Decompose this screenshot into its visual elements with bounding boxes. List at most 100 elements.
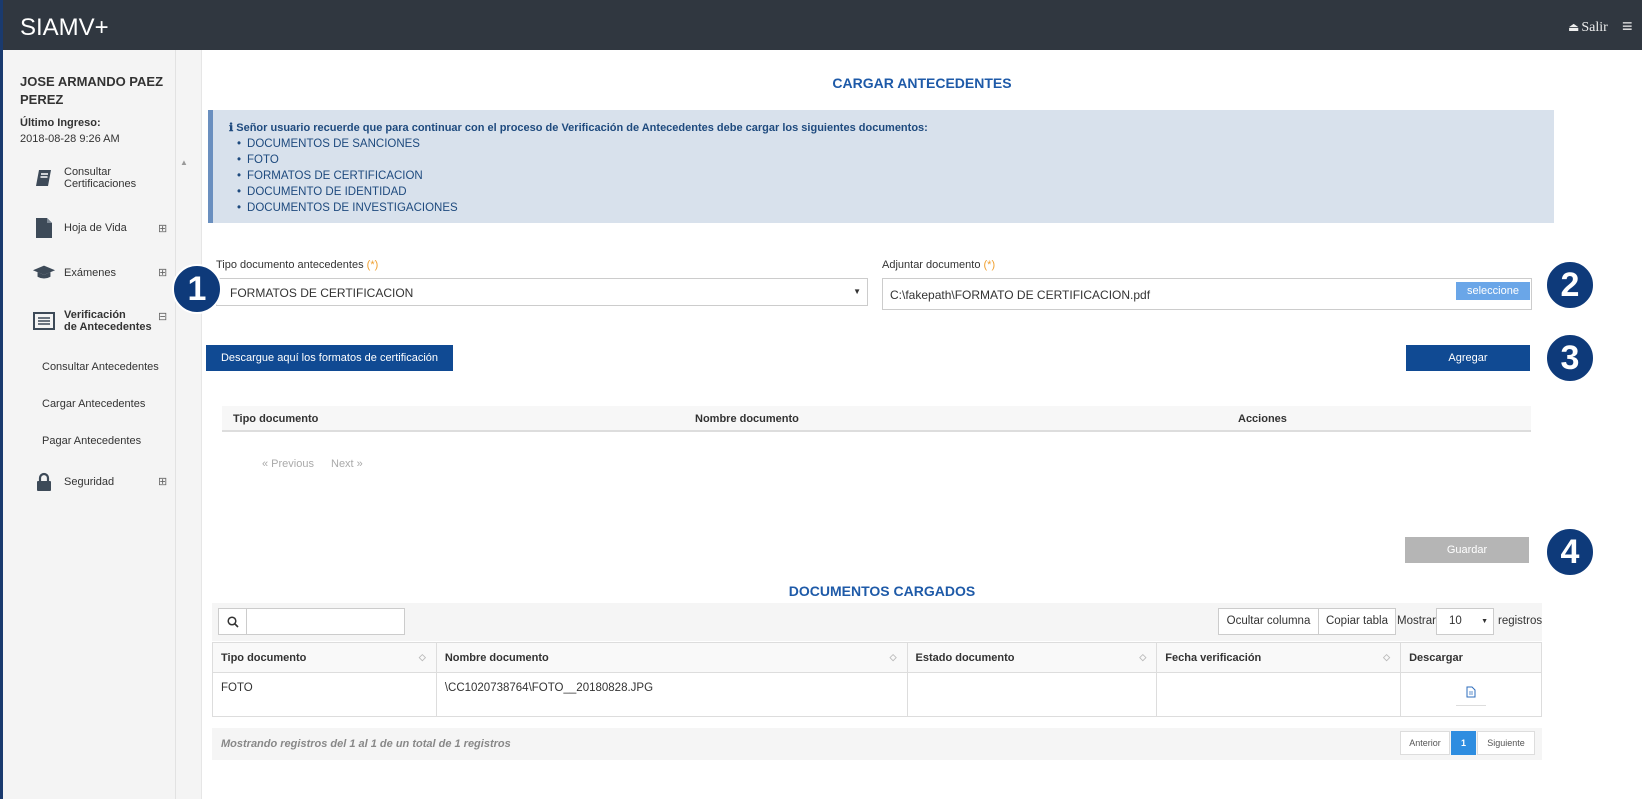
list-item: FORMATOS DE CERTIFICACION xyxy=(237,168,458,184)
file-icon xyxy=(32,217,56,239)
expand-icon[interactable]: ⊞ xyxy=(158,475,167,488)
sort-icon[interactable]: ◇ xyxy=(1383,652,1390,663)
list-item: FOTO xyxy=(237,152,458,168)
sidebar-item-hoja-de-vida[interactable]: Hoja de Vida xyxy=(32,217,127,239)
select-file-button[interactable]: seleccione xyxy=(1456,282,1530,300)
sidebar xyxy=(3,50,176,799)
tipo-documento-select[interactable]: FORMATOS DE CERTIFICACION ▼ xyxy=(216,278,868,306)
column-header-descargar: Descargar xyxy=(1400,642,1542,673)
sidebar-item-verificacion-antecedentes[interactable]: Verificación de Antecedentes xyxy=(32,309,152,333)
download-document-icon[interactable] xyxy=(1456,686,1487,706)
page-title: CARGAR ANTECEDENTES xyxy=(832,75,1012,91)
pagination-previous[interactable]: Anterior xyxy=(1400,731,1450,755)
column-header-estado[interactable]: Estado documento ◇ xyxy=(906,642,1158,673)
sidebar-subitem-pagar-antecedentes[interactable]: Pagar Antecedentes xyxy=(42,435,141,447)
previous-link[interactable]: « Previous xyxy=(262,458,314,470)
hide-column-button[interactable]: Ocultar columna xyxy=(1218,608,1319,635)
sidebar-item-label: de Antecedentes xyxy=(64,321,152,333)
sidebar-item-label: Certificaciones xyxy=(64,178,137,190)
table-row: FOTO \CC1020738764\FOTO__20180828.JPG xyxy=(212,672,1542,717)
uploaded-documents-table: Tipo documento ◇ Nombre documento ◇ Estado… xyxy=(212,642,1542,717)
pending-documents-table-header: Tipo documento Nombre documento Acciones xyxy=(222,406,1531,432)
sign-out-icon: ⏏ xyxy=(1568,20,1580,34)
search-icon xyxy=(219,609,247,634)
sidebar-item-seguridad[interactable]: Seguridad xyxy=(32,471,114,493)
add-button[interactable]: Agregar xyxy=(1406,345,1530,371)
sidebar-subitem-cargar-antecedentes[interactable]: Cargar Antecedentes xyxy=(42,398,145,410)
column-header-text: Nombre documento xyxy=(444,651,549,664)
column-header-nombre[interactable]: Nombre documento ◇ xyxy=(435,642,908,673)
expand-icon[interactable]: ⊞ xyxy=(158,222,167,235)
book-icon xyxy=(32,167,56,189)
sort-icon[interactable]: ◇ xyxy=(890,652,897,663)
logout-link[interactable]: ⏏ Salir xyxy=(1568,20,1608,36)
sidebar-item-label: Hoja de Vida xyxy=(64,222,127,234)
uploaded-documents-title: DOCUMENTOS CARGADOS xyxy=(788,583,976,599)
cell-descargar xyxy=(1400,672,1542,717)
required-documents-list: DOCUMENTOS DE SANCIONES FOTO FORMATOS DE… xyxy=(237,136,458,216)
copy-table-button[interactable]: Copiar tabla xyxy=(1318,608,1396,635)
save-button[interactable]: Guardar xyxy=(1405,537,1529,563)
tipo-documento-label-text: Tipo documento antecedentes xyxy=(216,259,364,271)
required-marker: (*) xyxy=(366,259,379,271)
top-navbar: SIAMV+ ⏏ Salir ≡ xyxy=(0,0,1642,50)
cell-nombre: \CC1020738764\FOTO__20180828.JPG xyxy=(435,672,908,717)
column-header-text: Estado documento xyxy=(915,651,1015,664)
last-login-label: Último Ingreso: xyxy=(20,117,101,129)
column-header: Tipo documento xyxy=(233,413,319,425)
sort-icon[interactable]: ◇ xyxy=(1139,652,1146,663)
next-link[interactable]: Next » xyxy=(331,458,363,470)
cell-tipo: FOTO xyxy=(212,672,437,717)
caret-down-icon: ▼ xyxy=(853,287,861,296)
sidebar-subitem-consultar-antecedentes[interactable]: Consultar Antecedentes xyxy=(42,361,159,373)
user-name: JOSE ARMANDO PAEZ PEREZ xyxy=(20,74,164,107)
records-info: Mostrando registros del 1 al 1 de un tot… xyxy=(221,738,511,750)
page-length-select[interactable]: 10 ▼ xyxy=(1436,608,1494,635)
info-heading-text: Señor usuario recuerde que para continua… xyxy=(236,122,928,134)
lock-icon xyxy=(32,471,56,493)
step-badge-3: 3 xyxy=(1545,333,1595,383)
pagination-page-1[interactable]: 1 xyxy=(1451,731,1476,755)
sidebar-item-label: Exámenes xyxy=(64,267,116,279)
expand-icon[interactable]: ⊞ xyxy=(158,266,167,279)
sidebar-scrollbar[interactable]: ▲ xyxy=(176,50,202,799)
column-header-tipo[interactable]: Tipo documento ◇ xyxy=(212,642,437,673)
cell-estado xyxy=(906,672,1158,717)
search-input[interactable] xyxy=(218,608,405,635)
column-header-fecha[interactable]: Fecha verificación ◇ xyxy=(1156,642,1402,673)
last-login-value: 2018-08-28 9:26 AM xyxy=(20,133,120,145)
adjuntar-documento-label-text: Adjuntar documento xyxy=(882,259,981,271)
sidebar-item-label: Verificación xyxy=(64,309,126,321)
file-path-input[interactable]: C:\fakepath\FORMATO DE CERTIFICACION.pdf xyxy=(882,278,1532,310)
column-header-text: Fecha verificación xyxy=(1165,651,1262,664)
records-label: registros xyxy=(1498,615,1543,627)
scroll-up-arrow-icon[interactable]: ▲ xyxy=(180,158,188,167)
column-header-text: Tipo documento xyxy=(221,651,307,664)
download-formats-button[interactable]: Descargue aquí los formatos de certifica… xyxy=(206,345,453,371)
list-item: DOCUMENTOS DE INVESTIGACIONES xyxy=(237,200,458,216)
required-marker: (*) xyxy=(983,259,996,271)
sidebar-item-consultar-certificaciones[interactable]: Consultar Certificaciones xyxy=(32,166,136,190)
step-badge-1: 1 xyxy=(172,264,222,314)
sort-icon[interactable]: ◇ xyxy=(419,652,426,663)
show-label: Mostrar xyxy=(1397,615,1436,627)
caret-down-icon: ▼ xyxy=(1481,618,1488,625)
sidebar-item-label: Consultar xyxy=(64,166,112,178)
hamburger-menu-icon[interactable]: ≡ xyxy=(1622,16,1633,37)
info-heading: ℹ Señor usuario recuerde que para contin… xyxy=(229,121,928,134)
info-alert: ℹ Señor usuario recuerde que para contin… xyxy=(208,110,1554,223)
cell-fecha xyxy=(1156,672,1402,717)
collapse-icon[interactable]: ⊟ xyxy=(158,310,167,323)
pagination-next[interactable]: Siguiente xyxy=(1477,731,1535,755)
app-brand[interactable]: SIAMV+ xyxy=(20,14,109,42)
sidebar-item-examenes[interactable]: Exámenes xyxy=(32,262,116,284)
step-badge-4: 4 xyxy=(1545,527,1595,577)
graduation-cap-icon xyxy=(32,262,56,284)
adjuntar-documento-label: Adjuntar documento (*) xyxy=(882,259,995,271)
window-edge xyxy=(0,0,3,799)
sidebar-item-label: Seguridad xyxy=(64,476,115,488)
column-header: Nombre documento xyxy=(695,413,799,425)
list-item: DOCUMENTO DE IDENTIDAD xyxy=(237,184,458,200)
tipo-documento-value: FORMATOS DE CERTIFICACION xyxy=(230,286,414,300)
column-header-text: Descargar xyxy=(1409,651,1463,664)
